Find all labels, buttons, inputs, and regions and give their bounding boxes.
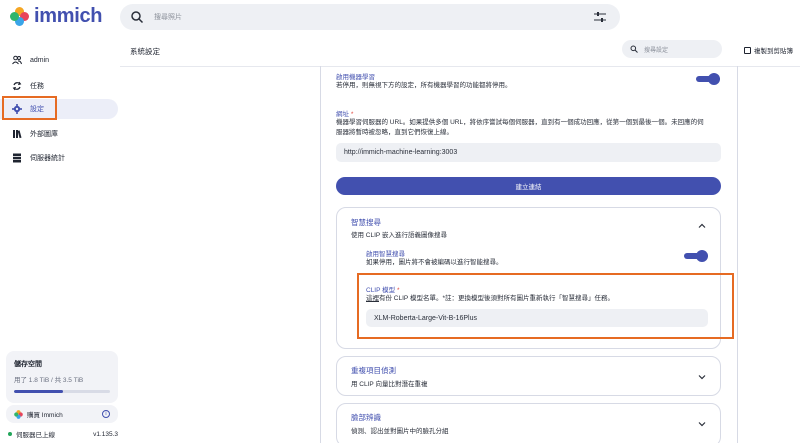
sidebar-item-label: admin [30,56,50,64]
search-icon [630,45,638,53]
ml-enable-label: 啟用機器學習 [336,74,375,81]
info-icon[interactable]: i [102,410,110,418]
smart-search-enable-label: 啟用智慧搜尋 [366,251,405,258]
server-icon [12,153,22,163]
smart-search-toggle[interactable] [684,250,708,262]
settings-search-input[interactable]: 搜尋設定 [622,40,722,58]
top-bar: immich 搜尋照片 [0,0,800,36]
page-title: 系統設定 [130,47,160,56]
storage-card: 儲存空間 用了 1.8 TiB / 共 3.5 TiB [6,351,118,403]
storage-title: 儲存空間 [14,361,42,368]
face-recognition-card[interactable]: 臉部辨識 偵測、認出並對圖片中的臉孔分組 [336,403,721,443]
app-logo[interactable]: immich [10,5,103,28]
server-version: v1.135.3 [93,430,118,438]
chevron-down-icon[interactable] [698,373,706,381]
ml-enable-desc: 若停用，則無視下方的設定，所有機器學習的功能都將停用。 [336,82,512,89]
face-title: 臉部辨識 [351,413,381,422]
sidebar-item-admin[interactable]: admin [0,50,118,70]
chevron-up-icon[interactable] [698,222,706,230]
status-dot-icon [8,432,12,436]
copy-label: 複製到剪貼簿 [754,48,793,55]
library-icon [12,129,22,139]
add-link-button[interactable]: 建立連結 [336,177,721,195]
users-icon [12,55,22,65]
sidebar-item-label: 伺服器統計 [30,155,65,162]
search-bar[interactable]: 搜尋照片 [120,4,620,30]
immich-logo-icon [14,409,23,419]
app-root: immich 搜尋照片 admin 任務 設定 外部圖庫 伺服器統計 儲存空間 … [0,0,800,443]
sidebar-item-jobs[interactable]: 任務 [0,76,118,96]
url-label: 網址 * [336,111,354,118]
copy-icon [744,46,751,54]
sidebar-item-server-stats[interactable]: 伺服器統計 [0,148,118,168]
sidebar-item-label: 外部圖庫 [30,131,58,138]
app-name: immich [34,5,103,27]
storage-bar [14,390,110,393]
url-desc: 機器學習伺服器的 URL。如果提供多個 URL，將依序嘗試每個伺服器，直到有一個… [336,119,704,136]
clip-highlight-box [357,273,734,339]
sidebar-item-external-library[interactable]: 外部圖庫 [0,124,118,144]
ml-enable-toggle[interactable] [696,73,720,85]
face-subtitle: 偵測、認出並對圖片中的臉孔分組 [351,428,449,435]
sync-icon [12,81,22,91]
smart-search-title: 智慧搜尋 [351,218,381,227]
ml-url-input[interactable]: http://immich-machine-learning:3003 [336,143,721,162]
duplicate-title: 重複項目偵測 [351,366,396,375]
search-filter-icon[interactable] [594,12,606,22]
smart-search-subtitle: 使用 CLIP 嵌入進行語義圖像搜尋 [351,232,447,239]
settings-highlight-box [2,96,57,120]
buy-label: 購買 Immich [27,412,63,419]
buy-immich-button[interactable]: 購買 Immich i [6,405,118,423]
search-icon [131,11,144,24]
copy-to-clipboard-button[interactable]: 複製到剪貼簿 [744,45,793,55]
server-status-label: 伺服器已上線 [16,432,55,439]
search-placeholder: 搜尋照片 [154,14,182,21]
storage-usage: 用了 1.8 TiB / 共 3.5 TiB [14,377,84,384]
immich-logo-icon [10,6,30,27]
sidebar-item-label: 任務 [30,83,44,90]
smart-search-enable-desc: 如果停用，圖片將不會被編碼以進行智能搜尋。 [366,259,503,266]
storage-bar-fill [14,390,63,393]
server-status: 伺服器已上線 v1.135.3 [8,429,118,439]
chevron-down-icon[interactable] [698,420,706,428]
duplicate-detection-card[interactable]: 重複項目偵測 用 CLIP 向量比對潛在重複 [336,356,721,396]
duplicate-subtitle: 用 CLIP 向量比對潛在重複 [351,381,428,388]
settings-search-placeholder: 搜尋設定 [644,47,669,54]
